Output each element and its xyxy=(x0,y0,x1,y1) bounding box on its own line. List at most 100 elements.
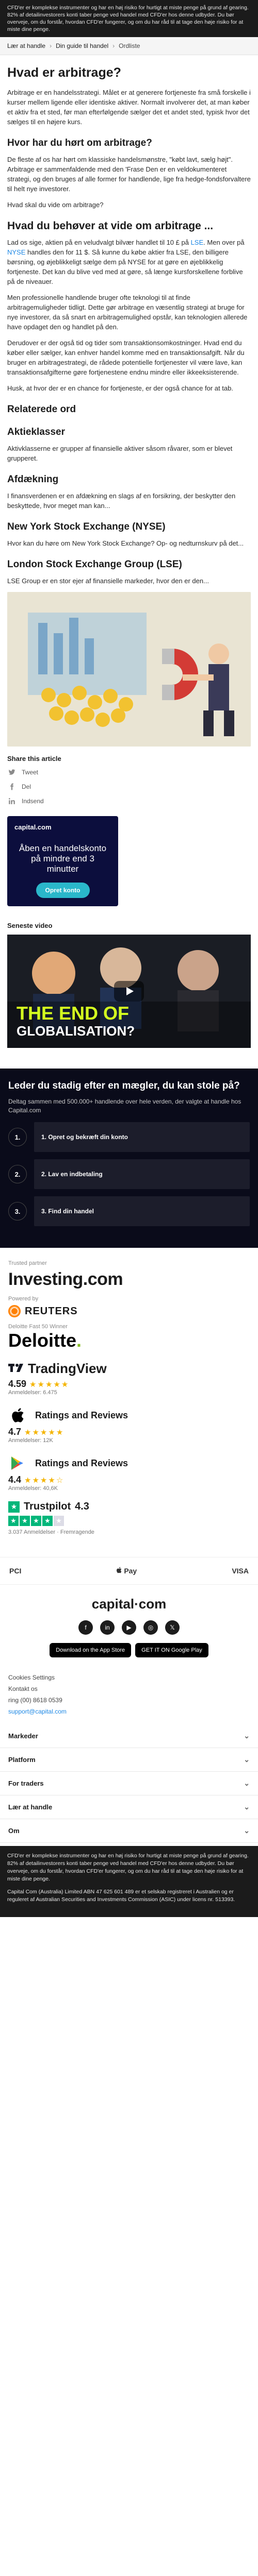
trustpilot-star-icon: ★ xyxy=(8,1501,20,1513)
app-store-label: Ratings and Reviews xyxy=(35,1410,128,1420)
video-caption-line1: THE END OF xyxy=(17,1003,130,1024)
video-player[interactable]: THE END OF GLOBALISATION? xyxy=(7,935,251,1048)
footer-menu-label: Lær at handle xyxy=(8,1803,53,1811)
phone-link[interactable]: ring (00) 8618 0539 xyxy=(8,1697,62,1704)
breadcrumb-guide[interactable]: Din guide til handel xyxy=(56,42,108,49)
promo-card: capital.com Åben en handelskonto på mind… xyxy=(7,816,118,906)
payment-methods: PCI Pay VISA xyxy=(0,1557,258,1585)
app-store-count: Anmeldelser: 12K xyxy=(8,1437,53,1444)
app-store-score: 4.7 xyxy=(8,1427,22,1437)
term-heading[interactable]: London Stock Exchange Group (LSE) xyxy=(7,558,251,571)
footer-menu-label: For traders xyxy=(8,1780,44,1787)
why-paragraph: Husk, at hvor der er en chance for fortj… xyxy=(7,384,233,392)
cta-subtitle: Deltag sammen med 500.000+ handlende ove… xyxy=(8,1098,241,1114)
app-store-badge[interactable]: Download on the App Store xyxy=(50,1643,132,1657)
breadcrumb-learn[interactable]: Lær at handle xyxy=(7,42,45,49)
footer-menu-about[interactable]: Om ⌄ xyxy=(0,1819,258,1843)
footer-menu-learn[interactable]: Lær at handle ⌄ xyxy=(0,1795,258,1819)
term-text: I finansverdenen er en afdækning en slag… xyxy=(7,492,236,510)
article: Hvad er arbitrage? Arbitrage er en hande… xyxy=(0,55,258,1048)
reuters-wordmark: REUTERS xyxy=(25,1305,78,1317)
promo-logo: capital.com xyxy=(14,823,52,831)
tradingview-logo: TradingView xyxy=(8,1361,250,1377)
chevron-down-icon: ⌄ xyxy=(244,1755,250,1764)
share-linkedin[interactable]: Indsend xyxy=(7,796,251,806)
tradingview-wordmark: TradingView xyxy=(28,1361,107,1376)
risk-warning-top: CFD'er er komplekse instrumenter og har … xyxy=(0,0,258,37)
term-heading[interactable]: New York Stock Exchange (NYSE) xyxy=(7,521,251,533)
footer-menu-label: Om xyxy=(8,1827,20,1835)
illustration-graphic xyxy=(7,592,251,747)
why-paragraph: Lad os sige, aktien på en veludvalgt bil… xyxy=(7,238,251,286)
section-paragraph: De fleste af os har hørt om klassiske ha… xyxy=(7,156,251,193)
video-caption-line2: GLOBALISATION? xyxy=(17,1023,135,1039)
x-icon[interactable]: 𝕏 xyxy=(165,1620,180,1635)
cta-step[interactable]: 1. 1. Opret og bekræft din konto xyxy=(8,1122,250,1152)
term-heading[interactable]: Aktieklasser xyxy=(7,426,251,438)
google-play-count: Anmeldelser: 40,6K xyxy=(8,1485,58,1492)
visa-logo: VISA xyxy=(232,1567,249,1575)
step-number: 1. xyxy=(8,1128,27,1146)
support-email-link[interactable]: support@capital.com xyxy=(8,1708,67,1715)
cta-step[interactable]: 3. 3. Find din handel xyxy=(8,1196,250,1226)
step-label: 3. Find din handel xyxy=(34,1196,250,1226)
youtube-icon[interactable]: ▶ xyxy=(122,1620,136,1635)
footer-menu: Markeder ⌄ Platform ⌄ For traders ⌄ Lær … xyxy=(0,1724,258,1843)
why-text: Lad os sige, aktien på en veludvalgt bil… xyxy=(7,239,191,246)
share-facebook[interactable]: Del xyxy=(7,782,251,791)
linkedin-icon[interactable]: in xyxy=(100,1620,115,1635)
trustpilot-star-icon: ★ xyxy=(20,1516,30,1526)
instagram-icon[interactable]: ◎ xyxy=(143,1620,158,1635)
share-label: Del xyxy=(22,783,31,790)
apple-pay-logo: Pay xyxy=(116,1567,137,1575)
deloitte-wordmark: Deloitte xyxy=(8,1330,77,1351)
why-paragraph: Men professionelle handlende bruger ofte… xyxy=(7,294,248,331)
contact-link[interactable]: Kontakt os xyxy=(8,1685,38,1692)
why-paragraph: Derudover er der også tid og tider som t… xyxy=(7,339,245,376)
magnet-coins-illustration xyxy=(7,592,251,747)
capital-logo[interactable]: capital·com xyxy=(8,1596,250,1612)
cta-step[interactable]: 2. 2. Lav en indbetaling xyxy=(8,1159,250,1189)
social-links: f in ▶ ◎ 𝕏 xyxy=(8,1620,250,1635)
facebook-icon[interactable]: f xyxy=(78,1620,93,1635)
latest-video-title: Seneste video xyxy=(7,922,53,929)
related-heading: Relaterede ord xyxy=(7,404,76,415)
google-play-icon xyxy=(8,1454,27,1472)
section-heading: Hvor har du hørt om arbitrage? xyxy=(7,138,152,148)
chevron-down-icon: ⌄ xyxy=(244,1779,250,1787)
share-label: Indsend xyxy=(22,798,44,805)
open-account-button[interactable]: Opret konto xyxy=(36,883,90,898)
share-tweet[interactable]: Tweet xyxy=(7,768,251,777)
trustpilot-star-icon: ★ xyxy=(42,1516,53,1526)
tradingview-score: 4.59 xyxy=(8,1379,27,1389)
rating-stars: ★★★★★ xyxy=(24,1428,64,1437)
why-heading: Hvad du behøver at vide om arbitrage ... xyxy=(7,220,214,232)
footer-menu-label: Markeder xyxy=(8,1732,38,1740)
share-title: Share this article xyxy=(7,755,61,762)
nyse-link[interactable]: NYSE xyxy=(7,248,25,256)
breadcrumb: Lær at handle › Din guide til handel › O… xyxy=(0,37,258,55)
play-button[interactable] xyxy=(114,981,144,1002)
fast50-label: Deloitte Fast 50 Winner xyxy=(8,1324,68,1330)
term-text: Aktivklasserne er grupper af finansielle… xyxy=(7,445,233,462)
breadcrumb-separator: › xyxy=(112,42,115,49)
footer-menu-markets[interactable]: Markeder ⌄ xyxy=(0,1724,258,1748)
video-caption: THE END OF GLOBALISATION? xyxy=(17,1004,135,1039)
google-play-score-line: 4.4 ★★★★☆ xyxy=(8,1475,250,1485)
pci-logo: PCI xyxy=(9,1567,22,1575)
footer-menu-traders[interactable]: For traders ⌄ xyxy=(0,1772,258,1795)
risk-warning-bottom: CFD'er er komplekse instrumenter og har … xyxy=(0,1846,258,1917)
term-heading[interactable]: Afdækning xyxy=(7,473,251,486)
trustpilot-stars: ★ ★ ★ ★ ★ xyxy=(8,1516,250,1526)
linkedin-icon xyxy=(7,796,17,806)
footer-links: Cookies Settings Kontakt os ring (00) 86… xyxy=(0,1670,258,1719)
step-number: 2. xyxy=(8,1165,27,1183)
google-play-badge[interactable]: GET IT ON Google Play xyxy=(135,1643,208,1657)
regulatory-text: Capital Com (Australia) Limited ABN 47 6… xyxy=(7,1889,235,1903)
page-title: Hvad er arbitrage? xyxy=(7,65,121,80)
facebook-icon xyxy=(7,782,17,791)
footer-menu-platform[interactable]: Platform ⌄ xyxy=(0,1748,258,1772)
cookie-settings-link[interactable]: Cookies Settings xyxy=(8,1674,55,1681)
cta-title: Leder du stadig efter en mægler, du kan … xyxy=(8,1080,240,1091)
lse-link[interactable]: LSE xyxy=(191,239,204,246)
